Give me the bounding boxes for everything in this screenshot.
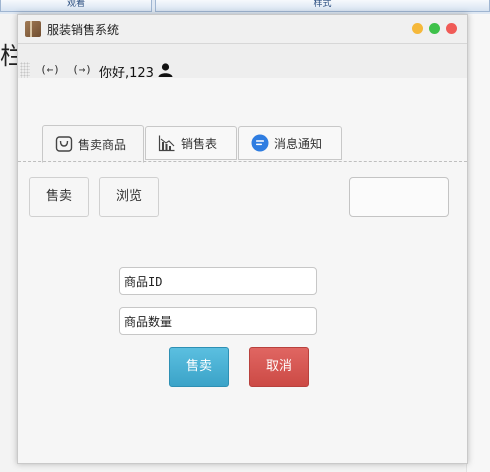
quantity-field[interactable]: 商品数量 bbox=[119, 307, 317, 335]
user-icon[interactable] bbox=[158, 63, 173, 77]
tab-sales-table[interactable]: 销售表 bbox=[145, 126, 237, 160]
tab-notifications[interactable]: 消息通知 bbox=[238, 126, 342, 160]
tab-label: 销售表 bbox=[181, 136, 218, 151]
background-tab-right[interactable]: 样式 bbox=[155, 0, 490, 12]
sell-button[interactable]: 售卖 bbox=[169, 347, 229, 387]
message-icon bbox=[251, 134, 269, 152]
tab-divider bbox=[18, 161, 467, 162]
window-title: 服装销售系统 bbox=[47, 23, 120, 37]
sell-mode-button[interactable]: 售卖 bbox=[29, 177, 89, 217]
navigation-bar: (←) (→) 你好,123 bbox=[18, 44, 467, 81]
tab-label: 售卖商品 bbox=[78, 137, 127, 152]
close-button[interactable] bbox=[446, 23, 457, 34]
back-button[interactable]: (←) bbox=[38, 63, 62, 77]
title-bar[interactable]: 服装销售系统 bbox=[18, 15, 467, 44]
search-input[interactable] bbox=[349, 177, 449, 217]
tab-label: 消息通知 bbox=[274, 136, 323, 151]
browse-button[interactable]: 浏览 bbox=[99, 177, 159, 217]
bag-icon bbox=[55, 135, 73, 153]
tab-sell-products[interactable]: 售卖商品 bbox=[42, 125, 144, 163]
background-tab-left[interactable]: 观看 bbox=[0, 0, 152, 12]
greeting-text: 你好,123 bbox=[99, 66, 154, 81]
chart-icon bbox=[158, 134, 176, 152]
app-logo-icon bbox=[25, 21, 41, 37]
product-id-field[interactable]: 商品ID bbox=[119, 267, 317, 295]
minimize-button[interactable] bbox=[412, 23, 423, 34]
forward-button[interactable]: (→) bbox=[70, 63, 94, 77]
maximize-button[interactable] bbox=[429, 23, 440, 34]
cancel-button[interactable]: 取消 bbox=[249, 347, 309, 387]
background-panel bbox=[466, 14, 490, 472]
app-window: 服装销售系统 (←) (→) 你好,123 售卖商品 销售表 消息通知 售卖 浏… bbox=[17, 14, 468, 464]
drag-handle-icon[interactable] bbox=[20, 62, 30, 78]
